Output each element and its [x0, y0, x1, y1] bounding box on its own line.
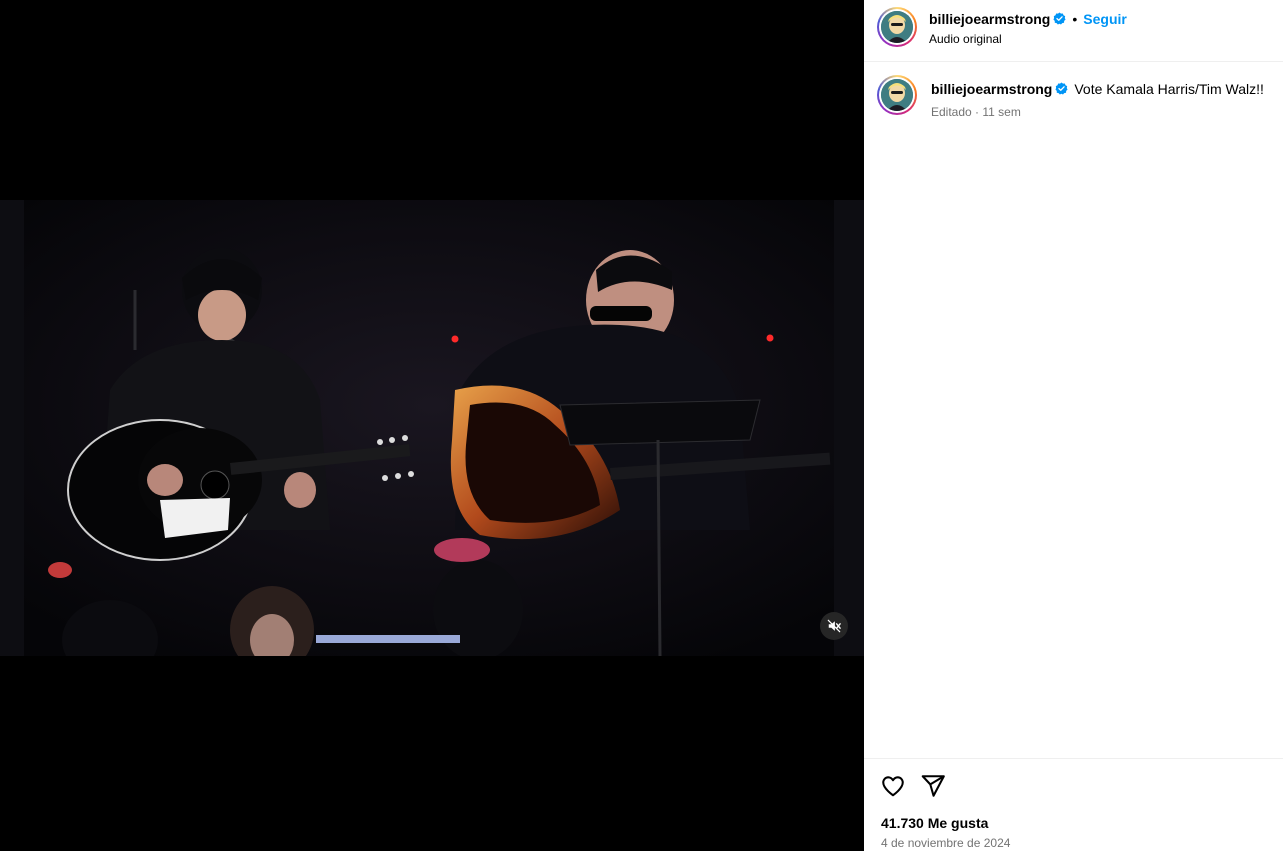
meta-separator: ·: [975, 105, 980, 119]
mute-toggle-button[interactable]: [820, 612, 848, 640]
heart-icon[interactable]: [880, 773, 906, 804]
caption-comment: [864, 63, 1283, 143]
avatar-image: [881, 11, 913, 43]
paper-plane-icon[interactable]: [920, 773, 946, 804]
caption-meta: Editado · 11 sem: [931, 105, 1021, 119]
edited-label: Editado: [931, 105, 972, 119]
actions-divider: [864, 758, 1283, 759]
media-viewer[interactable]: [0, 0, 864, 851]
speaker-muted-icon: [827, 619, 841, 633]
post-header: billiejoearmstrong • Seguir Audio original: [864, 0, 1283, 62]
caption-avatar[interactable]: [877, 75, 917, 115]
time-ago[interactable]: 11 sem: [982, 105, 1020, 119]
avatar-image: [881, 79, 913, 111]
caption-line: billiejoearmstrong Vote Kamala Harris/Tim…: [931, 81, 1264, 97]
video-player[interactable]: [0, 200, 864, 656]
post-panel: billiejoearmstrong • Seguir Audio original…: [864, 0, 1283, 851]
verified-badge-icon: [1053, 12, 1066, 25]
avatar[interactable]: [877, 7, 917, 47]
video-frame-image: [0, 200, 864, 656]
audio-link[interactable]: Audio original: [929, 32, 1002, 46]
post-date: 4 de noviembre de 2024: [881, 836, 1011, 850]
verified-badge-icon: [1055, 82, 1068, 95]
header-username[interactable]: billiejoearmstrong: [929, 11, 1050, 27]
likes-count[interactable]: 41.730 Me gusta: [881, 815, 988, 831]
separator-dot: •: [1072, 11, 1078, 27]
follow-button[interactable]: Seguir: [1083, 11, 1127, 27]
caption-username[interactable]: billiejoearmstrong: [931, 81, 1052, 97]
caption-text: Vote Kamala Harris/Tim Walz!!: [1074, 81, 1264, 97]
